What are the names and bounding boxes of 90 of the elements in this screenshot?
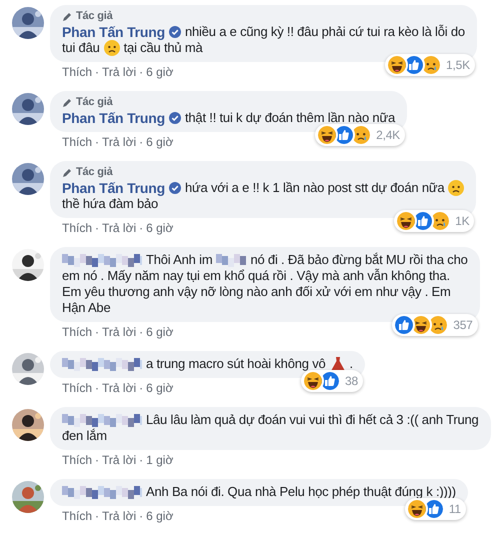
pen-icon <box>62 98 72 108</box>
thumbs-up-icon <box>393 314 416 336</box>
comment-time[interactable]: 6 giờ <box>146 135 174 150</box>
comment-action-link[interactable]: Thích <box>62 221 92 236</box>
comment-text: đen lắm <box>62 428 107 444</box>
frowning-face-icon <box>448 180 464 196</box>
comment-action-link[interactable]: Thích <box>62 453 92 468</box>
laughing-face-icon <box>406 498 428 520</box>
reaction-count: 2,4K <box>376 127 400 143</box>
author-name[interactable]: Phan Tấn Trung <box>62 180 165 196</box>
comment-text: hứa với a e !! k 1 lần nào post stt dự đoán nữa <box>184 180 444 196</box>
comment-text: a trung macro sút hoài không vô <box>146 356 326 372</box>
comment-text: . <box>350 356 353 372</box>
author-label: Tác giả <box>76 10 113 23</box>
laughing-face-icon <box>316 124 338 146</box>
comment-text: Thôi Anh im <box>146 252 212 268</box>
comment-text: thật !! tui k dự đoán thêm lần nào nữa <box>184 110 395 126</box>
separator-dot: · <box>139 135 144 150</box>
thumbs-up-icon <box>403 54 426 76</box>
comment-action-link[interactable]: Trả lời <box>102 65 136 80</box>
crying-face-icon <box>350 124 372 146</box>
author-label: Tác giả <box>76 96 113 109</box>
thumbs-up-icon <box>333 124 356 146</box>
comment-text: nó đi . Đã bảo đừng bắt MU rồi tha cho <box>250 252 468 268</box>
pixelated-name-drawing <box>216 254 246 266</box>
separator-dot: · <box>95 135 100 150</box>
comment-action-link[interactable]: Trả lời <box>102 221 136 236</box>
crying-face-icon <box>429 210 452 232</box>
comment-time[interactable]: 6 giờ <box>146 509 174 524</box>
separator-dot: · <box>139 381 144 396</box>
reaction-summary[interactable]: 2,4K <box>315 124 405 146</box>
separator-dot: · <box>139 221 144 236</box>
pen-icon <box>62 168 72 178</box>
reaction-count: 38 <box>345 373 358 389</box>
separator-dot: · <box>139 325 144 340</box>
separator-dot: · <box>95 453 100 468</box>
comment-action-link[interactable]: Thích <box>62 381 92 396</box>
comment-text: Lâu lâu làm quả dự đoán vui vui thì đi hết cả 3 :(( anh Trung <box>146 412 479 428</box>
laughing-face-icon <box>395 210 418 232</box>
reaction-summary[interactable]: 1,5K <box>385 54 475 76</box>
comment-text: em nó . Mấy năm nay tụi em khổ quá rồi . Vậy mà anh vẫn không tha. <box>62 268 450 284</box>
reaction-summary[interactable]: 357 <box>392 314 478 336</box>
comment-action-link[interactable]: Trả lời <box>102 453 136 468</box>
comment-text: Anh Ba nói đi. Qua nhà Pelu học phép thuật đúng k :)))) <box>146 484 456 500</box>
separator-dot: · <box>95 65 100 80</box>
reaction-count: 357 <box>453 317 473 333</box>
comment-action-link[interactable]: Thích <box>62 509 92 524</box>
separator-dot: · <box>95 221 100 236</box>
thumbs-up-icon <box>412 210 434 232</box>
comment-time[interactable]: 6 giờ <box>146 65 174 80</box>
comment-text: thề hứa đàm bảo <box>62 196 158 212</box>
laughing-face-icon <box>386 54 408 76</box>
reaction-summary[interactable]: 38 <box>301 370 363 392</box>
comment-action-link[interactable]: Trả lời <box>102 325 136 340</box>
laughing-face-icon <box>410 314 432 336</box>
comment-action-link[interactable]: Thích <box>62 325 92 340</box>
separator-dot: · <box>139 453 144 468</box>
comment-text: Hận Abe <box>62 300 110 316</box>
crying-face-icon <box>420 54 442 76</box>
comment-action-link[interactable]: Trả lời <box>102 381 136 396</box>
separator-dot: · <box>95 509 100 524</box>
comment-time[interactable]: 6 giờ <box>146 221 174 236</box>
comment-action-link[interactable]: Thích <box>62 65 92 80</box>
comment-action-link[interactable]: Trả lời <box>102 135 136 150</box>
reaction-summary[interactable]: 1K <box>394 210 474 232</box>
comment-text: nhiều a e cũng kỳ !! đâu phải cứ tui ra kèo là lỗi do <box>184 24 465 40</box>
comment-text: tui đâu <box>62 40 100 56</box>
reaction-count: 1,5K <box>446 57 470 73</box>
crying-face-icon <box>427 314 450 336</box>
comment-time[interactable]: 1 giờ <box>146 453 174 468</box>
reaction-count: 1K <box>455 213 470 229</box>
separator-dot: · <box>95 325 100 340</box>
author-name[interactable]: Phan Tấn Trung <box>62 110 165 126</box>
comment-action-link[interactable]: Thích <box>62 135 92 150</box>
reaction-summary[interactable]: 11 <box>404 498 466 520</box>
frowning-face-icon <box>104 40 120 56</box>
separator-dot: · <box>95 381 100 396</box>
separator-dot: · <box>139 509 144 524</box>
comment-text: Em yêu thương anh vậy nỡ lòng nào anh đối xử với em như vậy . Em <box>62 284 451 300</box>
author-label: Tác giả <box>76 166 113 179</box>
comment-action-link[interactable]: Trả lời <box>102 509 136 524</box>
author-name[interactable]: Phan Tấn Trung <box>62 24 165 40</box>
comment-time[interactable]: 6 giờ <box>146 325 174 340</box>
comment-text: tại cầu thủ mà <box>124 40 202 56</box>
thumbs-up-icon <box>319 370 341 392</box>
separator-dot: · <box>139 65 144 80</box>
comment-time[interactable]: 6 giờ <box>146 381 174 396</box>
reaction-count: 11 <box>448 501 461 517</box>
pen-icon <box>62 12 72 22</box>
laughing-face-icon <box>302 370 324 392</box>
